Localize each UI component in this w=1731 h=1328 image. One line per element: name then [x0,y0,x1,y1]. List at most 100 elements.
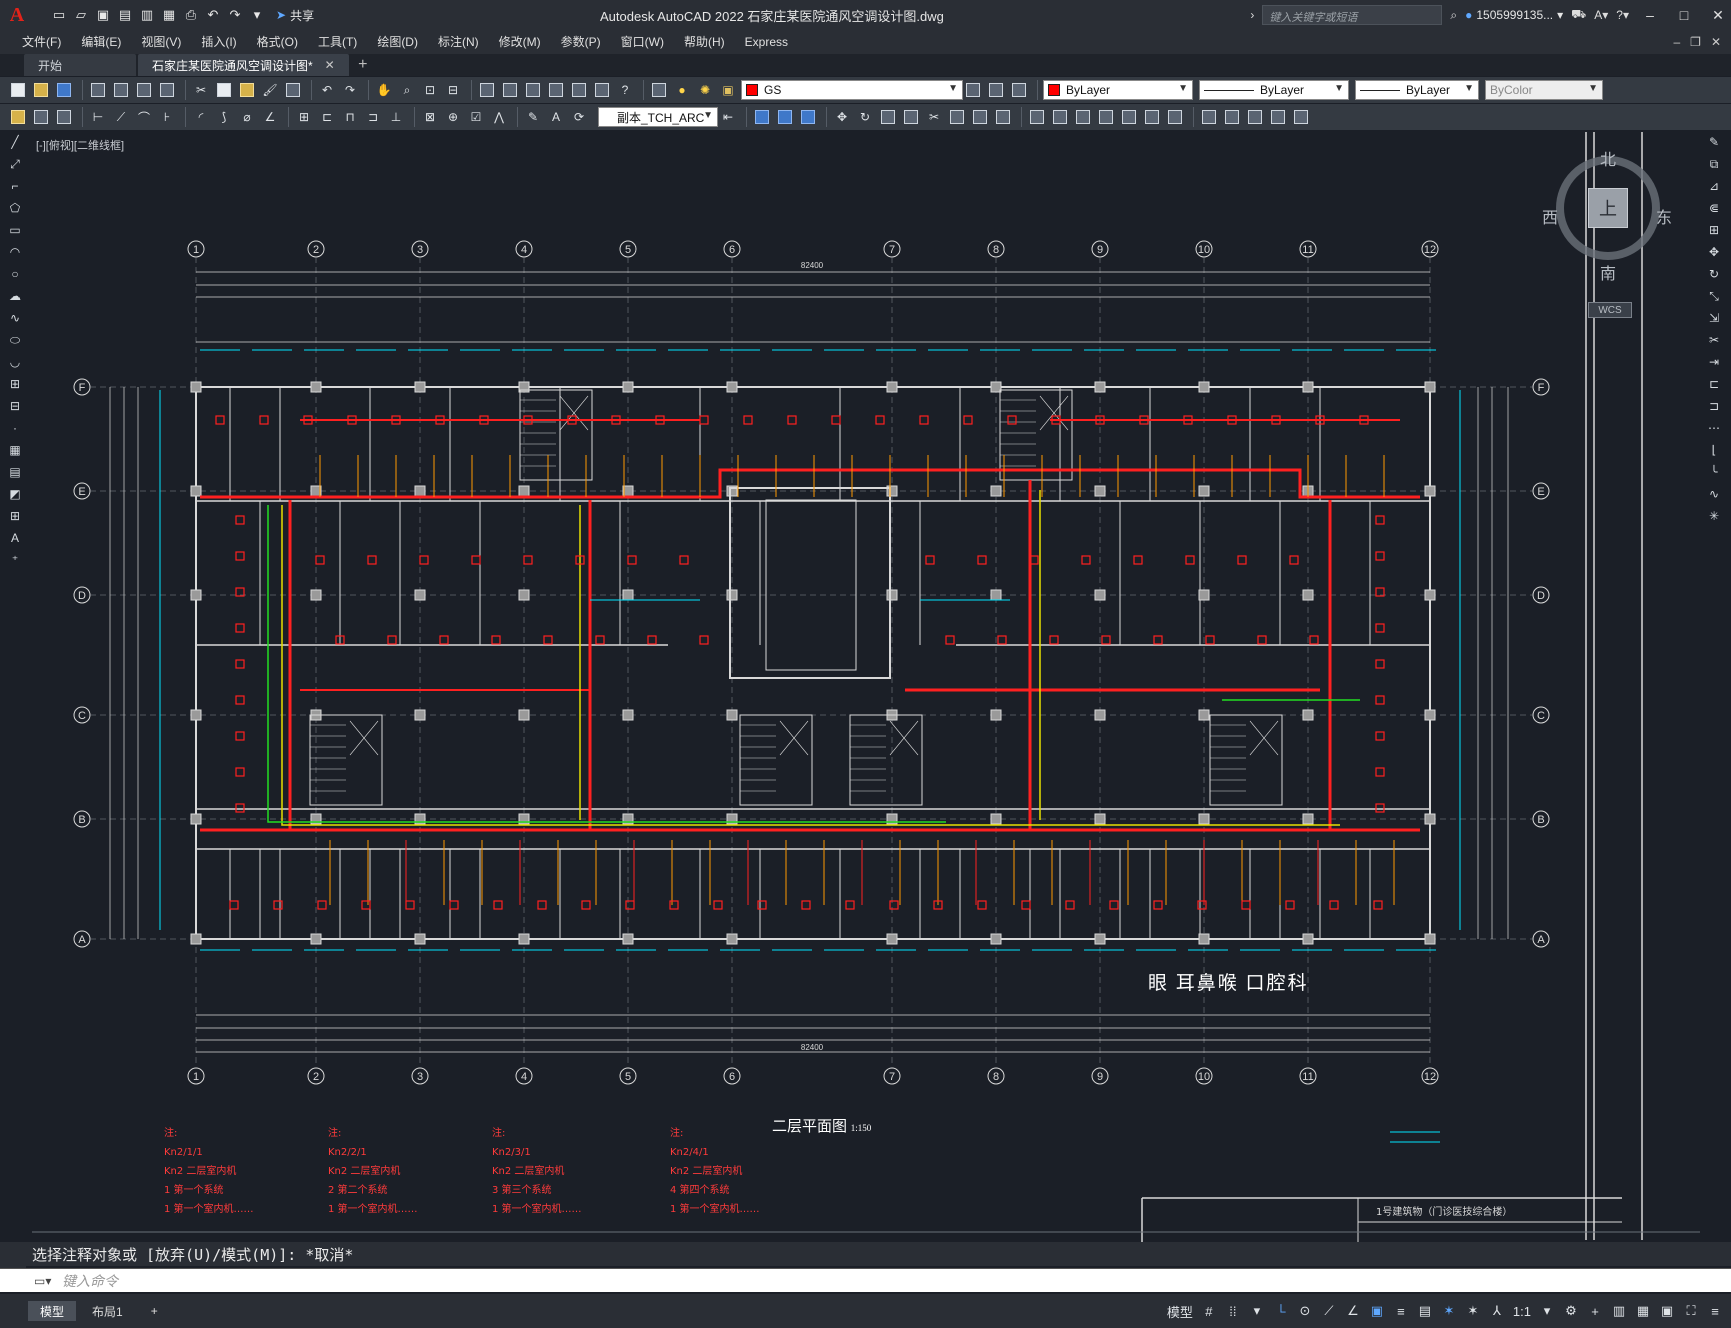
tab-layout1[interactable]: 布局1 [80,1301,135,1321]
menu-view[interactable]: 视图(V) [131,30,191,54]
construction-line-icon[interactable]: ⤢ [6,154,24,174]
inspect-icon[interactable]: ☑ [466,107,486,127]
model-space-button[interactable]: 模型 [1167,1301,1193,1321]
object-snap-icon[interactable]: ▣ [1369,1301,1385,1321]
open-icon[interactable] [31,80,51,100]
tab-start[interactable]: 开始 [24,54,136,76]
sheet-set-icon[interactable] [546,80,566,100]
line-icon[interactable]: ╱ [6,132,24,152]
offset-icon[interactable]: ⋐ [1705,198,1723,218]
copy-object-icon[interactable] [752,107,772,127]
make-current-layer-icon[interactable] [963,80,983,100]
explode-icon[interactable] [1073,107,1093,127]
explode-icon[interactable]: ✳ [1705,506,1723,526]
compass-north[interactable]: 北 [1600,146,1616,170]
hatch-icon[interactable]: ▦ [6,440,24,460]
new-icon[interactable]: ▭ [50,6,68,24]
hatch-icon[interactable] [1245,107,1265,127]
tool-palettes-icon[interactable] [523,80,543,100]
plot-icon[interactable]: ⎙ [182,6,200,24]
make-block-icon[interactable] [1222,107,1242,127]
rectangle-icon[interactable]: ▭ [6,220,24,240]
paste-icon[interactable] [237,80,257,100]
scale-icon[interactable] [878,107,898,127]
radius-dim-icon[interactable]: ◜ [191,107,211,127]
chevron-down-icon[interactable]: ▾ [1249,1301,1265,1321]
arc-length-icon[interactable]: ⌒ [134,107,154,127]
close-button[interactable]: ✕ [1705,0,1731,30]
qat-dropdown-icon[interactable]: ▾ [248,6,266,24]
blend-curves-icon[interactable]: ∿ [1705,484,1723,504]
minimize-button[interactable]: – [1637,0,1663,30]
copy-object-icon[interactable] [775,107,795,127]
clean-screen-icon[interactable]: ⛶ [1683,1301,1699,1321]
publish-icon[interactable] [134,80,154,100]
break-icon[interactable]: ⊐ [1705,396,1723,416]
undo-icon[interactable]: ↶ [317,80,337,100]
snap-icon[interactable]: ⁞⁞ [1225,1301,1241,1321]
dim-text-edit-icon[interactable]: A [546,107,566,127]
fillet-icon[interactable]: ╰ [1705,462,1723,482]
3d-print-icon[interactable] [157,80,177,100]
block-editor-icon[interactable] [283,80,303,100]
move-icon[interactable]: ✥ [1705,242,1723,262]
menu-edit[interactable]: 编辑(E) [71,30,131,54]
zoom-previous-icon[interactable]: ⊟ [443,80,463,100]
erase-icon[interactable]: ✎ [1705,132,1723,152]
doc-minimize-icon[interactable]: – [1673,30,1680,54]
wcs-menu[interactable]: WCS [1588,302,1632,318]
units-icon[interactable]: ▥ [1611,1301,1627,1321]
text-style-dropdown[interactable]: 副本_TCH_ARC ▼ [598,107,718,127]
redo-icon[interactable]: ↷ [340,80,360,100]
zoom-realtime-icon[interactable]: ⌕ [397,80,417,100]
tab-model[interactable]: 模型 [28,1301,77,1321]
sun-icon[interactable]: ✺ [695,80,715,100]
copy-icon[interactable] [214,80,234,100]
add-layout-button[interactable]: + [139,1301,170,1321]
diameter-dim-icon[interactable]: ⌀ [237,107,257,127]
save-as-icon[interactable]: ▤ [116,6,134,24]
insert-block-icon[interactable]: ⊞ [6,374,24,394]
viewcube[interactable]: 上 北 南 东 西 WCS [1542,152,1672,318]
polygon-icon[interactable]: ⬠ [6,198,24,218]
layer-match-icon[interactable] [1009,80,1029,100]
linetype-dropdown[interactable]: ByLayer ▼ [1199,80,1349,100]
customize-icon[interactable]: ≡ [1707,1301,1723,1321]
circle-icon[interactable]: ○ [6,264,24,284]
jogged-linear-icon[interactable]: ⋀ [489,107,509,127]
copy-object-icon[interactable] [798,107,818,127]
cut-icon[interactable]: ✂ [191,80,211,100]
ordinate-dim-icon[interactable]: ⊦ [157,107,177,127]
table-icon[interactable] [1268,107,1288,127]
doc-close-icon[interactable]: ✕ [1711,30,1721,54]
pan-icon[interactable]: ✋ [374,80,394,100]
dim-edit-icon[interactable]: ✎ [523,107,543,127]
app-menu-button[interactable]: A [0,0,34,30]
save-icon[interactable] [54,80,74,100]
copy-icon[interactable]: ⧉ [1705,154,1723,174]
make-block-icon[interactable]: ⊟ [6,396,24,416]
cart-icon[interactable]: ⛟ [1571,7,1586,23]
menu-help[interactable]: 帮助(H) [674,30,735,54]
chamfer-icon[interactable]: ⌊ [1705,440,1723,460]
plot-preview-icon[interactable] [111,80,131,100]
menu-format[interactable]: 格式(O) [247,30,308,54]
transparency-icon[interactable]: ▤ [1417,1301,1433,1321]
table-icon[interactable]: ⊞ [6,506,24,526]
rotate-icon[interactable]: ↻ [1705,264,1723,284]
compass-south[interactable]: 南 [1600,260,1616,284]
continue-dim-icon[interactable]: ⊓ [340,107,360,127]
aligned-dim-icon[interactable]: ⟋ [111,107,131,127]
arc-icon[interactable]: ◠ [6,242,24,262]
maximize-button[interactable]: □ [1671,0,1697,30]
fillet-icon[interactable] [1050,107,1070,127]
tch-tool-icon[interactable] [54,107,74,127]
revision-cloud-icon[interactable]: ☁ [6,286,24,306]
mirror-icon[interactable] [1119,107,1139,127]
ellipse-arc-icon[interactable]: ◡ [6,352,24,372]
polar-tracking-icon[interactable]: ⊙ [1297,1301,1313,1321]
open-web-icon[interactable]: ▥ [138,6,156,24]
menu-parametric[interactable]: 参数(P) [551,30,611,54]
trim-icon[interactable]: ✂ [1705,330,1723,350]
baseline-dim-icon[interactable]: ⊏ [317,107,337,127]
